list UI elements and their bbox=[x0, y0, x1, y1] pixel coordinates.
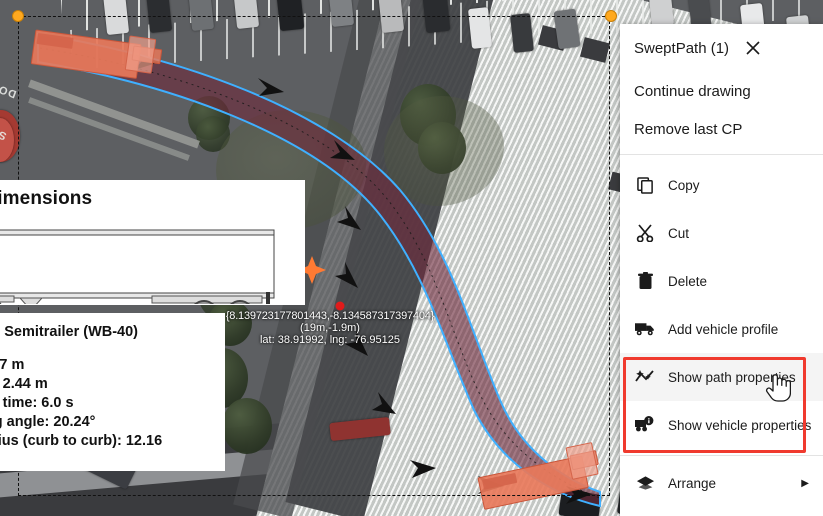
trash-icon bbox=[634, 271, 656, 291]
menu-item-label: Show vehicle properties bbox=[668, 417, 812, 433]
menu-item-label: Delete bbox=[668, 273, 708, 289]
menu-item-arrange[interactable]: Arrange ▶ bbox=[620, 462, 823, 504]
menu-item-copy[interactable]: Copy bbox=[620, 161, 823, 209]
close-icon[interactable] bbox=[743, 38, 763, 58]
menu-item-delete[interactable]: Delete bbox=[620, 257, 823, 305]
app-root: DO NOT ENTER STOP bbox=[0, 0, 823, 516]
menu-item-label: Continue drawing bbox=[634, 82, 751, 100]
menu-item-label: Copy bbox=[668, 177, 700, 193]
menu-item-label: Add vehicle profile bbox=[668, 321, 779, 337]
menu-item-continue-drawing[interactable]: Continue drawing bbox=[620, 72, 823, 110]
vehicle-footprint-start[interactable] bbox=[30, 29, 163, 79]
vehicle-spec-lock-time: Lock to lock time: 6.0 s bbox=[0, 395, 74, 411]
vehicle-info-icon bbox=[634, 415, 656, 435]
truck-icon bbox=[634, 319, 656, 339]
vehicle-dimensions-title: Vehicle dimensions bbox=[0, 188, 93, 209]
selection-handle-top-left[interactable] bbox=[12, 10, 24, 22]
coord-line-2: (19m,-1.9m) bbox=[300, 322, 360, 334]
menu-item-remove-last-cp[interactable]: Remove last CP bbox=[620, 110, 823, 148]
vehicle-spec-turn-radius: Min turn radius (curb to curb): 12.16 bbox=[0, 433, 163, 449]
context-menu-header: SweptPath (1) bbox=[620, 24, 823, 72]
vehicle-spec-length: Length: 13.87 m bbox=[0, 357, 25, 373]
vehicle-spec-track-width: Track width: 2.44 m bbox=[0, 376, 48, 392]
coord-line-1: {8.139723177801443,-8.134587317397404} bbox=[225, 310, 435, 322]
menu-item-label: Remove last CP bbox=[634, 120, 743, 138]
path-icon bbox=[634, 367, 656, 387]
context-menu[interactable]: SweptPath (1) Continue drawing Remove la… bbox=[620, 24, 823, 516]
vehicle-dimensions-panel: Vehicle dimensions bbox=[0, 180, 305, 305]
vehicle-specs-panel: Intermediate Semitrailer (WB-40) Length:… bbox=[0, 313, 225, 471]
vehicle-diagram bbox=[0, 229, 275, 304]
trailer-front-wheel bbox=[0, 295, 15, 304]
layers-icon bbox=[634, 473, 656, 493]
context-menu-title: SweptPath (1) bbox=[634, 39, 730, 57]
trailer-box bbox=[0, 229, 275, 299]
copy-icon bbox=[634, 175, 656, 195]
menu-divider bbox=[620, 455, 823, 456]
scissors-icon bbox=[634, 223, 656, 243]
menu-item-show-vehicle-properties[interactable]: Show vehicle properties bbox=[620, 401, 823, 449]
vehicle-specs-name: Intermediate Semitrailer (WB-40) bbox=[0, 324, 139, 340]
vehicle-spec-steering-angle: Max steering angle: 20.24° bbox=[0, 414, 96, 430]
menu-item-show-path-properties[interactable]: Show path properties bbox=[620, 353, 823, 401]
selection-handle-top-right[interactable] bbox=[605, 10, 617, 22]
chevron-right-icon: ▶ bbox=[801, 477, 809, 489]
menu-item-add-vehicle-profile[interactable]: Add vehicle profile bbox=[620, 305, 823, 353]
menu-item-cut[interactable]: Cut bbox=[620, 209, 823, 257]
coord-line-3: lat: 38.91992, lng: -76.95125 bbox=[259, 334, 401, 346]
menu-item-label: Show path properties bbox=[668, 369, 796, 385]
menu-item-label: Cut bbox=[668, 225, 690, 241]
landing-gear bbox=[18, 297, 44, 304]
map-coordinate-label: {8.139723177801443,-8.134587317397404} (… bbox=[224, 310, 436, 346]
menu-item-label: Arrange bbox=[668, 475, 717, 491]
menu-divider bbox=[620, 154, 823, 155]
